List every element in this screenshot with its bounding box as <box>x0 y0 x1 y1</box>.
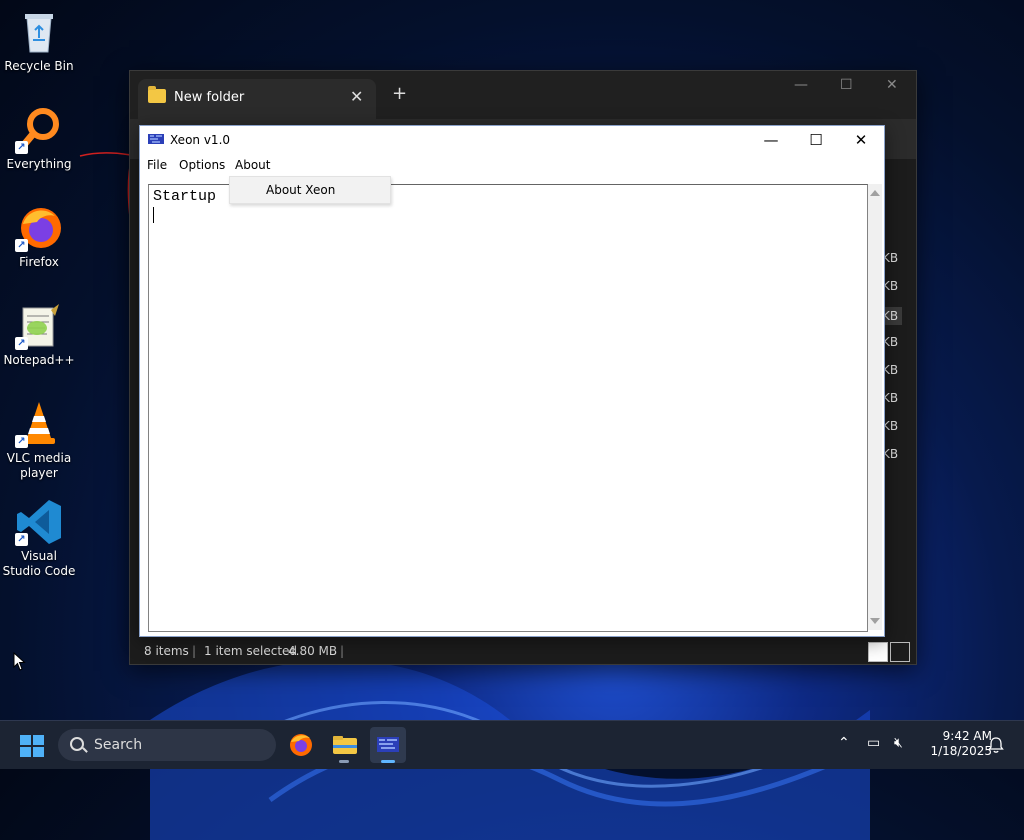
menu-file[interactable]: File <box>147 158 167 172</box>
minimize-icon[interactable]: — <box>748 126 794 154</box>
maximize-icon[interactable]: ☐ <box>793 126 839 154</box>
about-dropdown-menu: About Xeon <box>229 176 391 204</box>
taskbar-app-file-explorer[interactable] <box>326 727 362 763</box>
mouse-cursor-icon <box>13 652 26 671</box>
firefox-icon <box>290 734 312 756</box>
vlc-cone-icon: ↗ <box>15 400 63 448</box>
running-indicator <box>339 760 349 763</box>
windows-logo-icon <box>20 735 31 745</box>
xeon-app-icon <box>377 737 399 752</box>
text-caret <box>153 207 154 223</box>
menu-options[interactable]: Options <box>179 158 225 172</box>
shortcut-arrow-icon: ↗ <box>15 435 28 448</box>
xeon-title: Xeon v1.0 <box>170 133 231 147</box>
xeon-menubar: File Options About <box>140 154 884 176</box>
clock-time: 9:42 AM <box>942 729 992 743</box>
vscode-icon: ↗ <box>15 498 63 546</box>
status-item-count: 8 items <box>144 644 189 658</box>
notification-bell-icon[interactable] <box>988 736 1004 754</box>
taskbar-clock[interactable]: 9:42 AM 1/18/2025 <box>912 729 992 759</box>
editor-vertical-scrollbar[interactable] <box>868 184 882 630</box>
desktop-icon-label: Notepad++ <box>3 353 75 367</box>
menu-about[interactable]: About <box>235 158 270 172</box>
folder-icon <box>148 86 166 103</box>
explorer-tab[interactable]: New folder ✕ <box>138 79 376 119</box>
maximize-icon[interactable]: ☐ <box>840 77 853 93</box>
desktop-icon-vscode[interactable]: ↗ Visual Studio Code <box>2 498 76 579</box>
search-label: Search <box>94 737 143 753</box>
firefox-icon: ↗ <box>15 204 63 252</box>
scroll-up-arrow-icon[interactable] <box>870 190 880 196</box>
taskbar-app-xeon[interactable] <box>370 727 406 763</box>
scroll-down-arrow-icon[interactable] <box>870 618 880 624</box>
desktop-icon-everything[interactable]: ↗ Everything <box>2 106 76 172</box>
file-size-cell-selected[interactable]: KB <box>882 307 903 325</box>
desktop-icon-firefox[interactable]: ↗ Firefox <box>2 204 76 270</box>
shortcut-arrow-icon: ↗ <box>15 141 28 154</box>
desktop-icon-notepad-plus-plus[interactable]: ↗ Notepad++ <box>2 302 76 368</box>
close-icon[interactable]: ✕ <box>838 126 884 154</box>
desktop-icon-recycle-bin[interactable]: Recycle Bin <box>2 8 76 74</box>
desktop-icon-label: Everything <box>6 157 72 171</box>
taskbar-search-box[interactable]: Search <box>58 729 276 761</box>
status-separator: | <box>192 644 197 658</box>
desktop-icon-label: Recycle Bin <box>4 59 74 73</box>
new-tab-button[interactable]: + <box>392 83 407 104</box>
status-separator: | <box>340 644 345 658</box>
editor-text: Startup <box>153 188 217 205</box>
taskbar-app-firefox[interactable] <box>282 727 318 763</box>
everything-search-icon: ↗ <box>15 106 63 154</box>
close-tab-icon[interactable]: ✕ <box>350 87 363 106</box>
minimize-icon[interactable]: — <box>794 77 808 93</box>
recycle-bin-icon <box>15 8 63 56</box>
explorer-status-bar: 8 items | 1 item selected 4.80 MB | <box>130 639 916 664</box>
xeon-window[interactable]: Xeon v1.0 — ☐ ✕ File Options About About… <box>139 125 885 637</box>
desktop-icon-label: VLC media player <box>6 451 72 480</box>
start-button[interactable] <box>20 735 44 757</box>
desktop-icon-vlc[interactable]: ↗ VLC media player <box>2 400 76 481</box>
search-icon <box>70 737 84 751</box>
details-view-icon[interactable] <box>868 642 888 662</box>
running-indicator <box>381 760 395 763</box>
clock-date: 1/18/2025 <box>930 744 992 758</box>
shortcut-arrow-icon: ↗ <box>15 533 28 546</box>
tiles-view-icon[interactable] <box>890 642 910 662</box>
menu-item-about-xeon[interactable]: About Xeon <box>266 183 335 197</box>
xeon-titlebar[interactable]: Xeon v1.0 — ☐ ✕ <box>140 126 884 154</box>
explorer-titlebar[interactable]: New folder ✕ + — ☐ ✕ <box>130 71 916 119</box>
explorer-tab-label: New folder <box>174 90 245 105</box>
status-selected: 1 item selected <box>204 644 298 658</box>
taskbar: Search ⌃ ▭ 🔇︎ 9:42 AM 1/18/2025 <box>0 720 1024 769</box>
chevron-up-icon[interactable]: ⌃ <box>838 735 850 751</box>
editor-textarea[interactable]: Startup <box>148 184 868 632</box>
xeon-app-icon <box>148 134 164 144</box>
shortcut-arrow-icon: ↗ <box>15 239 28 252</box>
volume-muted-icon[interactable]: 🔇︎ <box>894 735 903 751</box>
file-explorer-icon <box>333 736 357 754</box>
network-icon[interactable]: ▭ <box>867 735 880 751</box>
shortcut-arrow-icon: ↗ <box>15 337 28 350</box>
notepad-plus-plus-icon: ↗ <box>15 302 63 350</box>
status-size: 4.80 MB <box>288 644 338 658</box>
desktop-icon-label: Visual Studio Code <box>2 549 76 578</box>
close-icon[interactable]: ✕ <box>886 77 898 93</box>
desktop-icon-label: Firefox <box>19 255 59 269</box>
